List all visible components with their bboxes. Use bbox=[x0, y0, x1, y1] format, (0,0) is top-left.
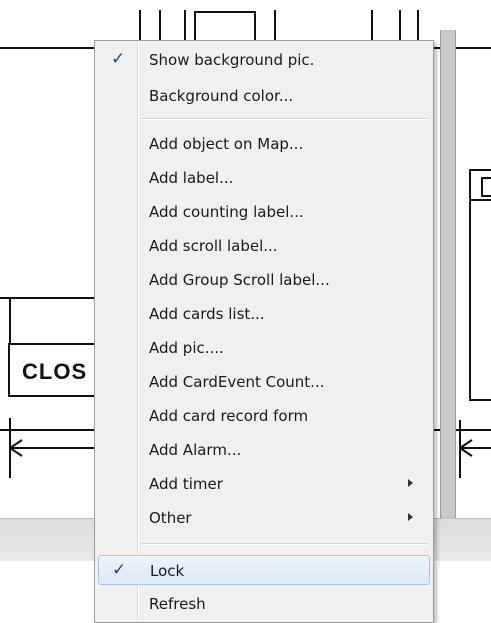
menu-item-label: Add object on Map... bbox=[149, 135, 304, 153]
menu-item-label: Lock bbox=[150, 562, 185, 580]
submenu-arrow-icon bbox=[408, 479, 413, 487]
menu-item-label: Other bbox=[149, 509, 192, 527]
menu-item-label: Add scroll label... bbox=[149, 237, 278, 255]
menu-item-add-alarm[interactable]: Add Alarm... bbox=[98, 435, 430, 465]
context-menu: ✓ Show background pic. Background color.… bbox=[94, 40, 434, 623]
vertical-scrollbar[interactable] bbox=[440, 30, 456, 520]
menu-separator bbox=[141, 118, 428, 120]
menu-item-label: Add timer bbox=[149, 475, 223, 493]
menu-item-add-pic[interactable]: Add pic.... bbox=[98, 333, 430, 363]
menu-item-other[interactable]: Other bbox=[98, 503, 430, 533]
menu-item-label: Add counting label... bbox=[149, 203, 304, 221]
menu-item-label: Background color... bbox=[149, 87, 294, 105]
menu-item-label: Add card record form bbox=[149, 407, 309, 425]
menu-item-add-object-on-map[interactable]: Add object on Map... bbox=[98, 129, 430, 159]
menu-item-label: Add Group Scroll label... bbox=[149, 271, 330, 289]
menu-item-label: Add cards list... bbox=[149, 305, 265, 323]
menu-item-label: Refresh bbox=[149, 595, 206, 613]
menu-item-add-cards-list[interactable]: Add cards list... bbox=[98, 299, 430, 329]
menu-separator bbox=[141, 543, 428, 545]
checkmark-icon: ✓ bbox=[111, 49, 126, 69]
menu-item-background-color[interactable]: Background color... bbox=[98, 81, 430, 111]
menu-item-lock[interactable]: ✓ Lock bbox=[98, 555, 430, 585]
menu-item-add-card-record-form[interactable]: Add card record form bbox=[98, 401, 430, 431]
close-zone-label: CLOS bbox=[22, 359, 88, 384]
menu-item-refresh[interactable]: Refresh bbox=[98, 589, 430, 619]
menu-item-show-background-pic[interactable]: ✓ Show background pic. bbox=[98, 45, 430, 75]
menu-item-add-timer[interactable]: Add timer bbox=[98, 469, 430, 499]
menu-item-add-counting-label[interactable]: Add counting label... bbox=[98, 197, 430, 227]
menu-item-label: Show background pic. bbox=[149, 51, 315, 69]
menu-item-add-label[interactable]: Add label... bbox=[98, 163, 430, 193]
menu-item-add-cardevent-count[interactable]: Add CardEvent Count... bbox=[98, 367, 430, 397]
menu-item-add-scroll-label[interactable]: Add scroll label... bbox=[98, 231, 430, 261]
menu-item-add-group-scroll-label[interactable]: Add Group Scroll label... bbox=[98, 265, 430, 295]
menu-item-label: Add Alarm... bbox=[149, 441, 242, 459]
menu-item-label: Add label... bbox=[149, 169, 234, 187]
checkmark-icon: ✓ bbox=[112, 560, 127, 580]
menu-item-label: Add pic.... bbox=[149, 339, 224, 357]
menu-item-label: Add CardEvent Count... bbox=[149, 373, 325, 391]
submenu-arrow-icon bbox=[408, 513, 413, 521]
